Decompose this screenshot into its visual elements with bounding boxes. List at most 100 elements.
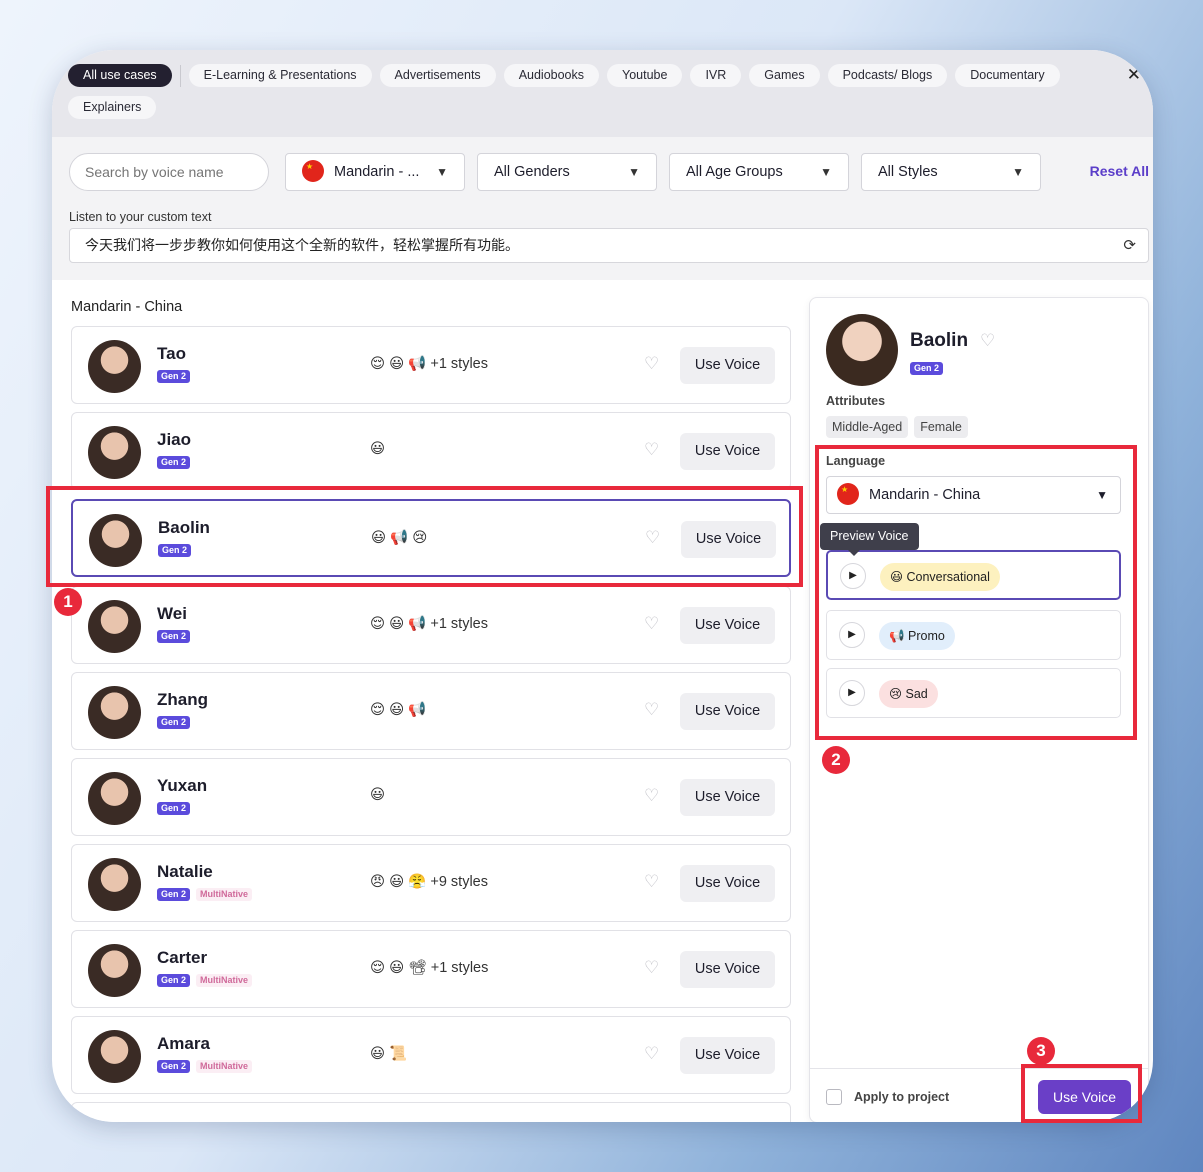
apply-to-project-label: Apply to project bbox=[854, 1090, 950, 1104]
chip-documentary[interactable]: Documentary bbox=[955, 64, 1060, 87]
voice-styles: 😌 😃 📢 +1 styles bbox=[370, 356, 488, 372]
voice-card-natalie[interactable]: Natalie Gen 2 MultiNative 😠 😃 😤 +9 styles… bbox=[71, 844, 791, 922]
custom-text-value: 今天我们将一步步教你如何使用这个全新的软件，轻松掌握所有功能。 bbox=[85, 237, 519, 253]
avatar bbox=[88, 858, 141, 911]
search-input[interactable] bbox=[69, 153, 269, 191]
apply-to-project-checkbox[interactable] bbox=[826, 1089, 842, 1105]
avatar bbox=[88, 686, 141, 739]
heart-icon[interactable]: ♡ bbox=[644, 700, 659, 720]
age-select[interactable]: All Age Groups ▼ bbox=[669, 153, 849, 191]
annotation-badge-1: 1 bbox=[54, 588, 82, 616]
use-voice-button[interactable]: Use Voice bbox=[680, 693, 775, 730]
chip-e-learning[interactable]: E-Learning & Presentations bbox=[188, 64, 372, 87]
voice-card-partial[interactable] bbox=[71, 1102, 791, 1122]
avatar bbox=[826, 314, 898, 386]
voice-name: Wei bbox=[157, 604, 187, 623]
voice-styles: 😃 📜 bbox=[370, 1046, 408, 1062]
use-case-bar: All use cases E-Learning & Presentations… bbox=[52, 50, 1153, 137]
use-case-chips: All use cases E-Learning & Presentations… bbox=[68, 64, 1068, 119]
chip-games[interactable]: Games bbox=[749, 64, 820, 87]
chip-audiobooks[interactable]: Audiobooks bbox=[503, 64, 600, 87]
avatar bbox=[88, 944, 141, 997]
annotation-box-1 bbox=[46, 486, 803, 587]
heart-icon[interactable]: ♡ bbox=[644, 872, 659, 892]
heart-icon[interactable]: ♡ bbox=[644, 786, 659, 806]
gen-badge: Gen 2 bbox=[157, 456, 191, 469]
voice-badges: Gen 2 MultiNative bbox=[157, 888, 253, 901]
heart-icon[interactable]: ♡ bbox=[644, 614, 659, 634]
heart-icon[interactable]: ♡ bbox=[980, 331, 995, 351]
voice-card-yuxan[interactable]: Yuxan Gen 2 😃 ♡ Use Voice bbox=[71, 758, 791, 836]
use-voice-button[interactable]: Use Voice bbox=[680, 951, 775, 988]
chip-podcasts[interactable]: Podcasts/ Blogs bbox=[827, 64, 948, 87]
gen-badge: Gen 2 bbox=[157, 630, 191, 643]
multinative-badge: MultiNative bbox=[196, 1060, 253, 1073]
gender-select[interactable]: All Genders ▼ bbox=[477, 153, 657, 191]
voice-styles: 😃 bbox=[370, 787, 386, 803]
voice-card-amara[interactable]: Amara Gen 2 MultiNative 😃 📜 ♡ Use Voice bbox=[71, 1016, 791, 1094]
chip-explainers[interactable]: Explainers bbox=[68, 96, 157, 119]
chevron-down-icon: ▼ bbox=[628, 165, 640, 179]
use-voice-button[interactable]: Use Voice bbox=[680, 607, 775, 644]
style-select-value: All Styles bbox=[878, 164, 938, 180]
voice-badges: Gen 2 bbox=[157, 716, 191, 729]
reset-all-link[interactable]: Reset All bbox=[1090, 163, 1149, 179]
china-flag-icon bbox=[302, 160, 324, 183]
attributes-list: Middle-Aged Female bbox=[826, 416, 968, 438]
voice-name: Natalie bbox=[157, 862, 213, 881]
avatar bbox=[88, 600, 141, 653]
use-voice-button[interactable]: Use Voice bbox=[680, 347, 775, 384]
heart-icon[interactable]: ♡ bbox=[644, 1044, 659, 1064]
avatar bbox=[88, 772, 141, 825]
chip-all-use-cases[interactable]: All use cases bbox=[68, 64, 172, 87]
voice-styles: 😃 bbox=[370, 441, 386, 457]
voice-card-jiao[interactable]: Jiao Gen 2 😃 ♡ Use Voice bbox=[71, 412, 791, 490]
age-select-value: All Age Groups bbox=[686, 164, 783, 180]
heart-icon[interactable]: ♡ bbox=[644, 958, 659, 978]
voice-name: Jiao bbox=[157, 430, 192, 449]
custom-text-input[interactable]: 今天我们将一步步教你如何使用这个全新的软件，轻松掌握所有功能。 ⟳ bbox=[69, 228, 1149, 263]
annotation-box-2 bbox=[815, 445, 1137, 740]
voice-card-carter[interactable]: Carter Gen 2 MultiNative 😌 😃 📽 +1 styles … bbox=[71, 930, 791, 1008]
use-voice-button[interactable]: Use Voice bbox=[680, 433, 775, 470]
voice-card-wei[interactable]: Wei Gen 2 😌 😃 📢 +1 styles ♡ Use Voice bbox=[71, 586, 791, 664]
gen-badge: Gen 2 bbox=[157, 888, 191, 901]
heart-icon[interactable]: ♡ bbox=[644, 354, 659, 374]
chip-advertisements[interactable]: Advertisements bbox=[379, 64, 496, 87]
multinative-badge: MultiNative bbox=[196, 974, 253, 987]
chevron-down-icon: ▼ bbox=[1012, 165, 1024, 179]
chip-youtube[interactable]: Youtube bbox=[607, 64, 683, 87]
chip-ivr[interactable]: IVR bbox=[690, 64, 742, 87]
voice-name: Amara bbox=[157, 1034, 210, 1053]
attribute-tag: Female bbox=[914, 416, 968, 438]
annotation-badge-2: 2 bbox=[822, 746, 850, 774]
gender-select-value: All Genders bbox=[494, 164, 570, 180]
voice-name: Zhang bbox=[157, 690, 208, 709]
avatar bbox=[88, 426, 141, 479]
gen-badge: Gen 2 bbox=[910, 362, 944, 375]
gen-badge: Gen 2 bbox=[157, 974, 191, 987]
voice-badges: Gen 2 bbox=[157, 630, 191, 643]
use-voice-button[interactable]: Use Voice bbox=[680, 1037, 775, 1074]
heart-icon[interactable]: ♡ bbox=[644, 440, 659, 460]
voice-styles: 😌 😃 📢 bbox=[370, 702, 427, 718]
language-select[interactable]: Mandarin - ... ▼ bbox=[285, 153, 465, 191]
use-voice-button[interactable]: Use Voice bbox=[680, 865, 775, 902]
language-select-value: Mandarin - ... bbox=[334, 164, 420, 180]
voice-card-zhang[interactable]: Zhang Gen 2 😌 😃 📢 ♡ Use Voice bbox=[71, 672, 791, 750]
gen-badge: Gen 2 bbox=[157, 802, 191, 815]
voice-badges: Gen 2 bbox=[157, 456, 191, 469]
multinative-badge: MultiNative bbox=[196, 888, 253, 901]
annotation-box-3 bbox=[1021, 1064, 1142, 1123]
annotation-badge-3: 3 bbox=[1027, 1037, 1055, 1065]
voice-styles: 😌 😃 📽 +1 styles bbox=[370, 960, 489, 976]
gen-badge: Gen 2 bbox=[157, 370, 191, 383]
use-voice-button[interactable]: Use Voice bbox=[680, 779, 775, 816]
refresh-icon[interactable]: ⟳ bbox=[1123, 229, 1136, 262]
panel-voice-name: Baolin bbox=[910, 330, 969, 351]
voice-card-tao[interactable]: Tao Gen 2 😌 😃 📢 +1 styles ♡ Use Voice bbox=[71, 326, 791, 404]
close-icon[interactable]: ✕ bbox=[1127, 65, 1141, 85]
gen-badge: Gen 2 bbox=[157, 1060, 191, 1073]
style-select[interactable]: All Styles ▼ bbox=[861, 153, 1041, 191]
attributes-label: Attributes bbox=[826, 394, 886, 408]
